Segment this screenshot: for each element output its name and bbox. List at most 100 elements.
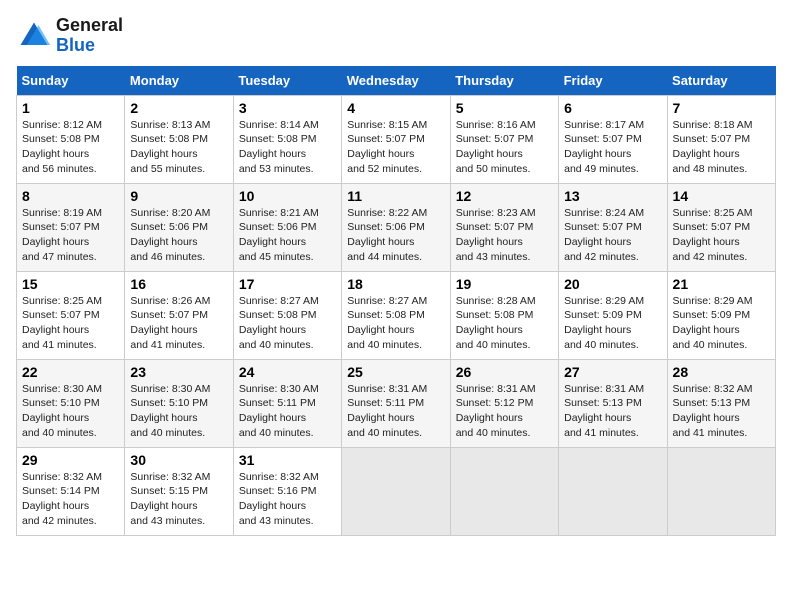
day-cell: 22 Sunrise: 8:30 AM Sunset: 5:10 PM Dayl… xyxy=(17,359,125,447)
day-cell: 2 Sunrise: 8:13 AM Sunset: 5:08 PM Dayli… xyxy=(125,95,233,183)
sunrise-text: Sunrise: 8:30 AM xyxy=(22,382,119,397)
day-cell: 6 Sunrise: 8:17 AM Sunset: 5:07 PM Dayli… xyxy=(559,95,667,183)
daylight-value: and 44 minutes. xyxy=(347,250,444,265)
daylight-label: Daylight hours xyxy=(22,323,119,338)
day-cell: 29 Sunrise: 8:32 AM Sunset: 5:14 PM Dayl… xyxy=(17,447,125,535)
daylight-value: and 40 minutes. xyxy=(564,338,661,353)
daylight-value: and 49 minutes. xyxy=(564,162,661,177)
daylight-label: Daylight hours xyxy=(22,411,119,426)
day-cell: 8 Sunrise: 8:19 AM Sunset: 5:07 PM Dayli… xyxy=(17,183,125,271)
col-wednesday: Wednesday xyxy=(342,66,450,96)
sunset-text: Sunset: 5:12 PM xyxy=(456,396,553,411)
daylight-value: and 42 minutes. xyxy=(564,250,661,265)
daylight-label: Daylight hours xyxy=(239,323,336,338)
daylight-label: Daylight hours xyxy=(130,235,227,250)
daylight-value: and 40 minutes. xyxy=(130,426,227,441)
daylight-label: Daylight hours xyxy=(456,147,553,162)
day-cell: 14 Sunrise: 8:25 AM Sunset: 5:07 PM Dayl… xyxy=(667,183,775,271)
day-number: 25 xyxy=(347,364,444,380)
sunrise-text: Sunrise: 8:12 AM xyxy=(22,118,119,133)
daylight-value: and 40 minutes. xyxy=(347,426,444,441)
col-tuesday: Tuesday xyxy=(233,66,341,96)
sunrise-text: Sunrise: 8:32 AM xyxy=(239,470,336,485)
day-number: 21 xyxy=(673,276,770,292)
daylight-value: and 47 minutes. xyxy=(22,250,119,265)
col-thursday: Thursday xyxy=(450,66,558,96)
daylight-value: and 41 minutes. xyxy=(22,338,119,353)
sunrise-text: Sunrise: 8:29 AM xyxy=(564,294,661,309)
sunset-text: Sunset: 5:06 PM xyxy=(347,220,444,235)
day-cell: 5 Sunrise: 8:16 AM Sunset: 5:07 PM Dayli… xyxy=(450,95,558,183)
daylight-value: and 40 minutes. xyxy=(22,426,119,441)
day-number: 5 xyxy=(456,100,553,116)
day-cell: 25 Sunrise: 8:31 AM Sunset: 5:11 PM Dayl… xyxy=(342,359,450,447)
day-number: 13 xyxy=(564,188,661,204)
daylight-label: Daylight hours xyxy=(130,147,227,162)
daylight-label: Daylight hours xyxy=(564,323,661,338)
day-cell: 19 Sunrise: 8:28 AM Sunset: 5:08 PM Dayl… xyxy=(450,271,558,359)
sunrise-text: Sunrise: 8:29 AM xyxy=(673,294,770,309)
sunset-text: Sunset: 5:11 PM xyxy=(347,396,444,411)
sunset-text: Sunset: 5:06 PM xyxy=(130,220,227,235)
sunset-text: Sunset: 5:11 PM xyxy=(239,396,336,411)
day-cell: 20 Sunrise: 8:29 AM Sunset: 5:09 PM Dayl… xyxy=(559,271,667,359)
day-cell: 28 Sunrise: 8:32 AM Sunset: 5:13 PM Dayl… xyxy=(667,359,775,447)
sunset-text: Sunset: 5:07 PM xyxy=(564,220,661,235)
daylight-value: and 55 minutes. xyxy=(130,162,227,177)
sunset-text: Sunset: 5:07 PM xyxy=(130,308,227,323)
daylight-label: Daylight hours xyxy=(130,499,227,514)
day-cell: 17 Sunrise: 8:27 AM Sunset: 5:08 PM Dayl… xyxy=(233,271,341,359)
sunrise-text: Sunrise: 8:22 AM xyxy=(347,206,444,221)
logo: General Blue xyxy=(16,16,123,56)
logo-blue: Blue xyxy=(56,35,95,55)
day-cell: 13 Sunrise: 8:24 AM Sunset: 5:07 PM Dayl… xyxy=(559,183,667,271)
day-cell: 4 Sunrise: 8:15 AM Sunset: 5:07 PM Dayli… xyxy=(342,95,450,183)
daylight-label: Daylight hours xyxy=(22,235,119,250)
sunrise-text: Sunrise: 8:17 AM xyxy=(564,118,661,133)
daylight-label: Daylight hours xyxy=(673,411,770,426)
day-cell: 27 Sunrise: 8:31 AM Sunset: 5:13 PM Dayl… xyxy=(559,359,667,447)
sunrise-text: Sunrise: 8:15 AM xyxy=(347,118,444,133)
daylight-value: and 42 minutes. xyxy=(673,250,770,265)
sunrise-text: Sunrise: 8:18 AM xyxy=(673,118,770,133)
day-number: 2 xyxy=(130,100,227,116)
day-number: 16 xyxy=(130,276,227,292)
daylight-value: and 40 minutes. xyxy=(456,338,553,353)
day-number: 7 xyxy=(673,100,770,116)
daylight-value: and 41 minutes. xyxy=(130,338,227,353)
daylight-value: and 40 minutes. xyxy=(673,338,770,353)
daylight-label: Daylight hours xyxy=(239,499,336,514)
daylight-label: Daylight hours xyxy=(22,147,119,162)
sunset-text: Sunset: 5:09 PM xyxy=(673,308,770,323)
sunrise-text: Sunrise: 8:23 AM xyxy=(456,206,553,221)
sunset-text: Sunset: 5:13 PM xyxy=(564,396,661,411)
logo-icon xyxy=(16,18,52,54)
day-cell: 30 Sunrise: 8:32 AM Sunset: 5:15 PM Dayl… xyxy=(125,447,233,535)
sunset-text: Sunset: 5:13 PM xyxy=(673,396,770,411)
daylight-value: and 56 minutes. xyxy=(22,162,119,177)
sunset-text: Sunset: 5:07 PM xyxy=(22,308,119,323)
day-number: 19 xyxy=(456,276,553,292)
week-row-3: 15 Sunrise: 8:25 AM Sunset: 5:07 PM Dayl… xyxy=(17,271,776,359)
daylight-value: and 52 minutes. xyxy=(347,162,444,177)
day-number: 4 xyxy=(347,100,444,116)
daylight-value: and 40 minutes. xyxy=(456,426,553,441)
day-cell: 16 Sunrise: 8:26 AM Sunset: 5:07 PM Dayl… xyxy=(125,271,233,359)
header-row: Sunday Monday Tuesday Wednesday Thursday… xyxy=(17,66,776,96)
daylight-label: Daylight hours xyxy=(347,411,444,426)
daylight-label: Daylight hours xyxy=(239,147,336,162)
sunrise-text: Sunrise: 8:30 AM xyxy=(130,382,227,397)
day-cell: 7 Sunrise: 8:18 AM Sunset: 5:07 PM Dayli… xyxy=(667,95,775,183)
sunset-text: Sunset: 5:10 PM xyxy=(22,396,119,411)
week-row-5: 29 Sunrise: 8:32 AM Sunset: 5:14 PM Dayl… xyxy=(17,447,776,535)
day-cell: 3 Sunrise: 8:14 AM Sunset: 5:08 PM Dayli… xyxy=(233,95,341,183)
day-number: 15 xyxy=(22,276,119,292)
day-cell: 31 Sunrise: 8:32 AM Sunset: 5:16 PM Dayl… xyxy=(233,447,341,535)
day-cell xyxy=(559,447,667,535)
sunset-text: Sunset: 5:10 PM xyxy=(130,396,227,411)
daylight-label: Daylight hours xyxy=(347,235,444,250)
sunset-text: Sunset: 5:08 PM xyxy=(239,308,336,323)
logo-general: General xyxy=(56,15,123,35)
day-cell: 9 Sunrise: 8:20 AM Sunset: 5:06 PM Dayli… xyxy=(125,183,233,271)
day-number: 30 xyxy=(130,452,227,468)
